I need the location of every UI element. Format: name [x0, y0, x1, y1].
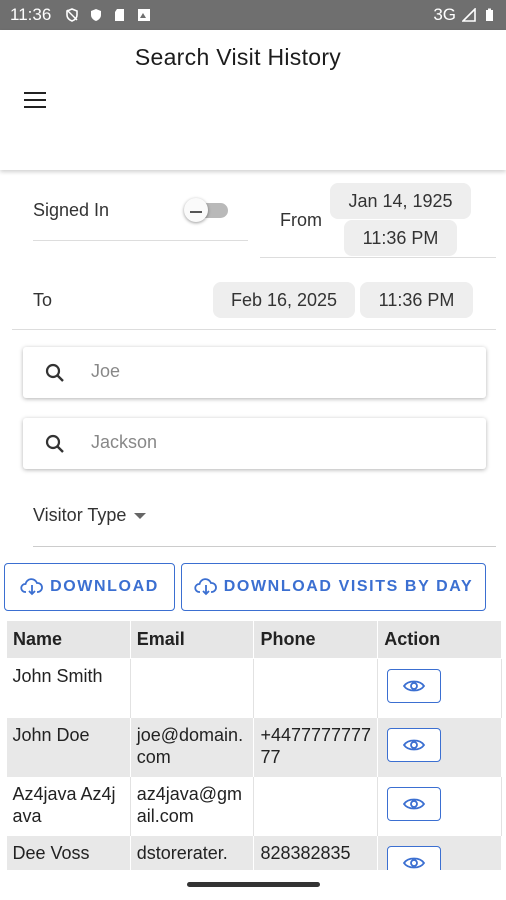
table-row: John Doe joe@domain.com +447777777777: [6, 717, 502, 777]
first-name-value: Joe: [91, 361, 121, 381]
menu-icon[interactable]: [24, 92, 46, 108]
signal-icon: [462, 8, 476, 22]
download-by-day-label: DOWNLOAD VISITS BY DAY: [223, 578, 474, 595]
caret-down-icon: [134, 513, 147, 520]
from-label: From: [280, 210, 322, 230]
cell-action: [377, 717, 502, 777]
eye-icon: [403, 798, 426, 809]
gesture-nav-bar: [0, 870, 506, 900]
shield-icon: [91, 9, 102, 21]
table-row: John Smith: [6, 658, 502, 718]
image-icon: [138, 9, 151, 21]
cell-phone: +447777777777: [253, 717, 379, 777]
sd-card-icon: [115, 9, 125, 21]
to-date-chip[interactable]: Feb 16, 2025: [213, 282, 355, 318]
download-visits-by-day-button[interactable]: DOWNLOAD VISITS BY DAY: [181, 563, 486, 611]
signed-in-toggle[interactable]: [184, 198, 228, 222]
eye-icon: [403, 739, 426, 750]
divider: [33, 546, 496, 547]
app-bar: Search Visit History: [0, 30, 506, 170]
page-title: Search Visit History: [134, 44, 342, 70]
cell-email: [130, 658, 255, 718]
cell-name: John Doe: [6, 717, 131, 777]
cell-name: John Smith: [6, 658, 131, 718]
to-time-chip[interactable]: 11:36 PM: [360, 282, 473, 318]
status-time: 11:36: [10, 5, 52, 24]
network-type: 3G: [433, 5, 456, 24]
table-row: Az4java Az4java az4java@gmail.com: [6, 776, 502, 836]
divider: [12, 329, 496, 330]
column-header-email: Email: [129, 620, 255, 659]
shield-off-icon: [66, 8, 79, 22]
eye-icon: [403, 857, 426, 868]
visitor-type-label: Visitor Type: [33, 505, 127, 525]
search-icon: [45, 434, 64, 453]
cell-phone: [253, 658, 379, 718]
view-button[interactable]: [387, 786, 442, 821]
download-button[interactable]: DOWNLOAD: [4, 563, 175, 611]
column-header-name: Name: [6, 620, 131, 659]
table-header-row: Name Email Phone Action: [6, 620, 502, 659]
eye-icon: [403, 680, 426, 692]
to-label: To: [33, 290, 53, 310]
cell-phone: [253, 776, 379, 836]
divider: [33, 240, 248, 241]
column-header-action: Action: [377, 620, 502, 659]
visitor-type-dropdown[interactable]: Visitor Type: [33, 505, 147, 526]
view-button[interactable]: [387, 727, 442, 762]
cell-name: Az4java Az4java: [6, 776, 131, 836]
download-label: DOWNLOAD: [50, 578, 159, 595]
cloud-download-icon: [194, 578, 217, 596]
from-time-chip[interactable]: 11:36 PM: [344, 220, 457, 256]
cell-email: joe@domain.com: [130, 717, 255, 777]
home-handle[interactable]: [187, 882, 320, 887]
from-date-chip[interactable]: Jan 14, 1925: [330, 183, 471, 219]
first-name-search-input[interactable]: Joe: [23, 347, 486, 398]
last-name-search-input[interactable]: Jackson: [23, 418, 486, 469]
cloud-download-icon: [20, 578, 44, 596]
view-button[interactable]: [387, 669, 442, 703]
cell-action: [377, 776, 502, 836]
cell-action: [377, 658, 502, 718]
visits-table: Name Email Phone Action John Smith John …: [6, 620, 502, 895]
status-bar: 11:36 3G: [0, 0, 506, 30]
column-header-phone: Phone: [253, 620, 379, 659]
search-icon: [45, 363, 64, 382]
last-name-value: Jackson: [91, 432, 158, 452]
divider: [260, 257, 496, 258]
cell-email: az4java@gmail.com: [130, 776, 255, 836]
battery-icon: [486, 8, 493, 21]
signed-in-label: Signed In: [33, 200, 110, 220]
